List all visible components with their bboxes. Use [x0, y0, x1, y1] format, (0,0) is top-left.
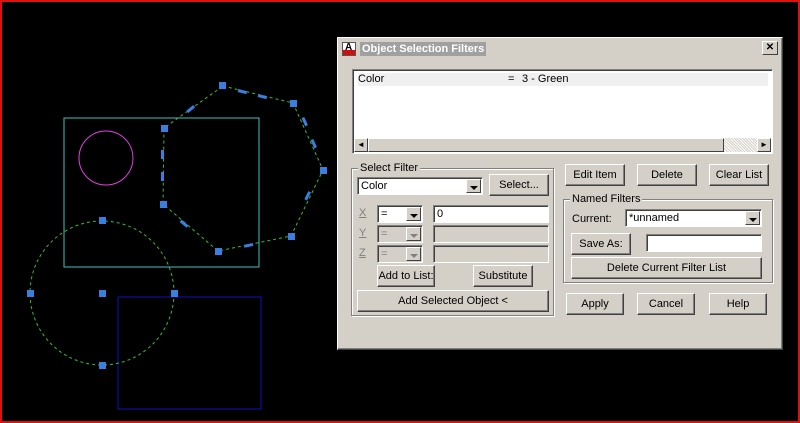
x-operator-select[interactable]: =	[377, 205, 423, 223]
help-button[interactable]: Help	[709, 293, 767, 315]
scroll-left-icon[interactable]: ◄	[354, 138, 368, 152]
grip	[161, 125, 168, 132]
y-operator-select: =	[377, 225, 423, 243]
grip	[215, 248, 222, 255]
chevron-down-icon[interactable]	[466, 179, 481, 193]
apply-button[interactable]: Apply	[566, 293, 624, 315]
edit-item-button[interactable]: Edit Item	[565, 164, 625, 186]
grip	[160, 201, 167, 208]
save-as-button[interactable]: Save As:	[571, 233, 631, 255]
scroll-thumb[interactable]	[368, 138, 724, 152]
chevron-down-icon	[406, 227, 421, 241]
dialog-title: Object Selection Filters	[360, 42, 487, 56]
delete-current-filter-list-button[interactable]: Delete Current Filter List	[571, 257, 762, 279]
add-selected-object-button[interactable]: Add Selected Object <	[357, 290, 549, 312]
scroll-right-icon[interactable]: ►	[757, 138, 771, 152]
save-as-field[interactable]	[646, 234, 762, 252]
grip	[99, 217, 106, 224]
substitute-button[interactable]: Substitute	[473, 265, 533, 287]
y-axis-label: Y	[359, 227, 367, 239]
grip	[171, 290, 178, 297]
selection-grips[interactable]	[27, 82, 327, 369]
autocad-app-icon: A	[342, 42, 356, 56]
current-label: Current:	[572, 213, 612, 225]
grip	[288, 233, 295, 240]
object-selection-filters-dialog: A Object Selection Filters ✕ Color = 3 -…	[337, 37, 783, 350]
z-axis-label: Z	[359, 247, 366, 259]
chevron-down-icon[interactable]	[745, 211, 760, 225]
cancel-button[interactable]: Cancel	[637, 293, 695, 315]
y-value-field	[433, 225, 549, 243]
dashed-segment-markers	[161, 89, 317, 248]
close-icon[interactable]: ✕	[762, 41, 778, 55]
z-operator-select: =	[377, 245, 423, 263]
blue-rectangle[interactable]	[117, 296, 262, 410]
grip	[99, 362, 106, 369]
delete-button[interactable]: Delete	[637, 164, 697, 186]
filter-type-select[interactable]: Color	[357, 177, 483, 195]
current-filter-select[interactable]: *unnamed	[625, 209, 762, 227]
grip	[27, 290, 34, 297]
x-axis-label: X	[359, 207, 367, 219]
clear-list-button[interactable]: Clear List	[709, 164, 769, 186]
add-to-list-button[interactable]: Add to List:	[377, 265, 435, 287]
grip	[290, 100, 297, 107]
grip	[219, 82, 226, 89]
horizontal-scrollbar[interactable]: ◄ ►	[354, 138, 771, 152]
magenta-circle[interactable]	[78, 130, 134, 186]
z-value-field	[433, 245, 549, 263]
filter-list[interactable]: Color = 3 - Green ◄ ►	[352, 69, 773, 154]
cyan-rectangle[interactable]	[63, 117, 260, 268]
x-value-field[interactable]: 0	[433, 205, 549, 223]
grip	[99, 290, 106, 297]
title-bar[interactable]: A Object Selection Filters ✕	[340, 40, 780, 58]
select-button[interactable]: Select...	[489, 174, 549, 196]
grip	[320, 167, 327, 174]
list-item[interactable]: Color = 3 - Green	[358, 73, 768, 86]
chevron-down-icon[interactable]	[406, 207, 421, 221]
chevron-down-icon	[406, 247, 421, 261]
